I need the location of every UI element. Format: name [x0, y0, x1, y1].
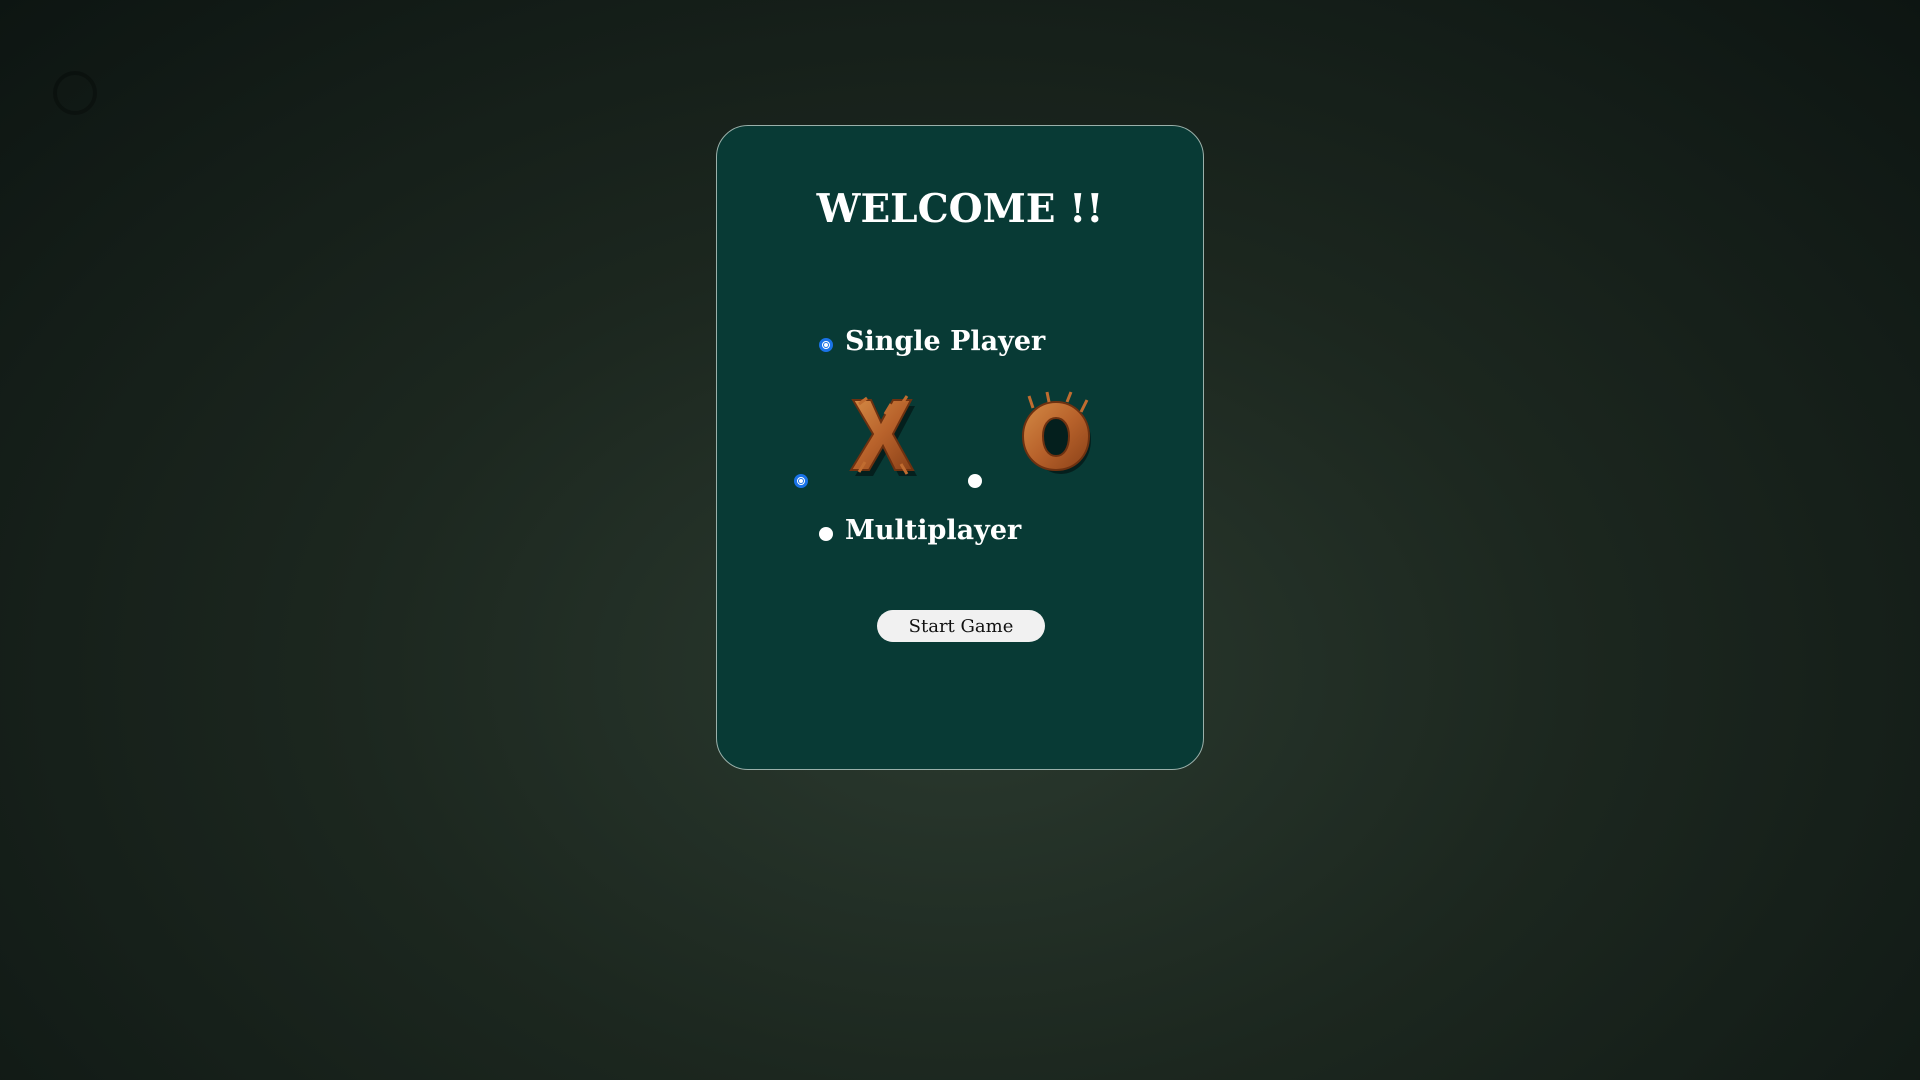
- x-symbol-radio[interactable]: [794, 474, 808, 488]
- loading-spinner-icon: [53, 71, 97, 115]
- o-symbol-icon[interactable]: [1019, 390, 1099, 480]
- welcome-title: WELCOME !!: [816, 186, 1104, 232]
- o-symbol-radio[interactable]: [968, 474, 982, 488]
- welcome-card: WELCOME !! Single Player Multiplayer Sta…: [716, 125, 1204, 770]
- multiplayer-label: Multiplayer: [845, 515, 1022, 546]
- single-player-label: Single Player: [845, 326, 1046, 357]
- x-symbol-icon[interactable]: [845, 394, 925, 480]
- multiplayer-radio[interactable]: [819, 527, 833, 541]
- start-game-button[interactable]: Start Game: [877, 610, 1045, 642]
- single-player-radio[interactable]: [819, 338, 833, 352]
